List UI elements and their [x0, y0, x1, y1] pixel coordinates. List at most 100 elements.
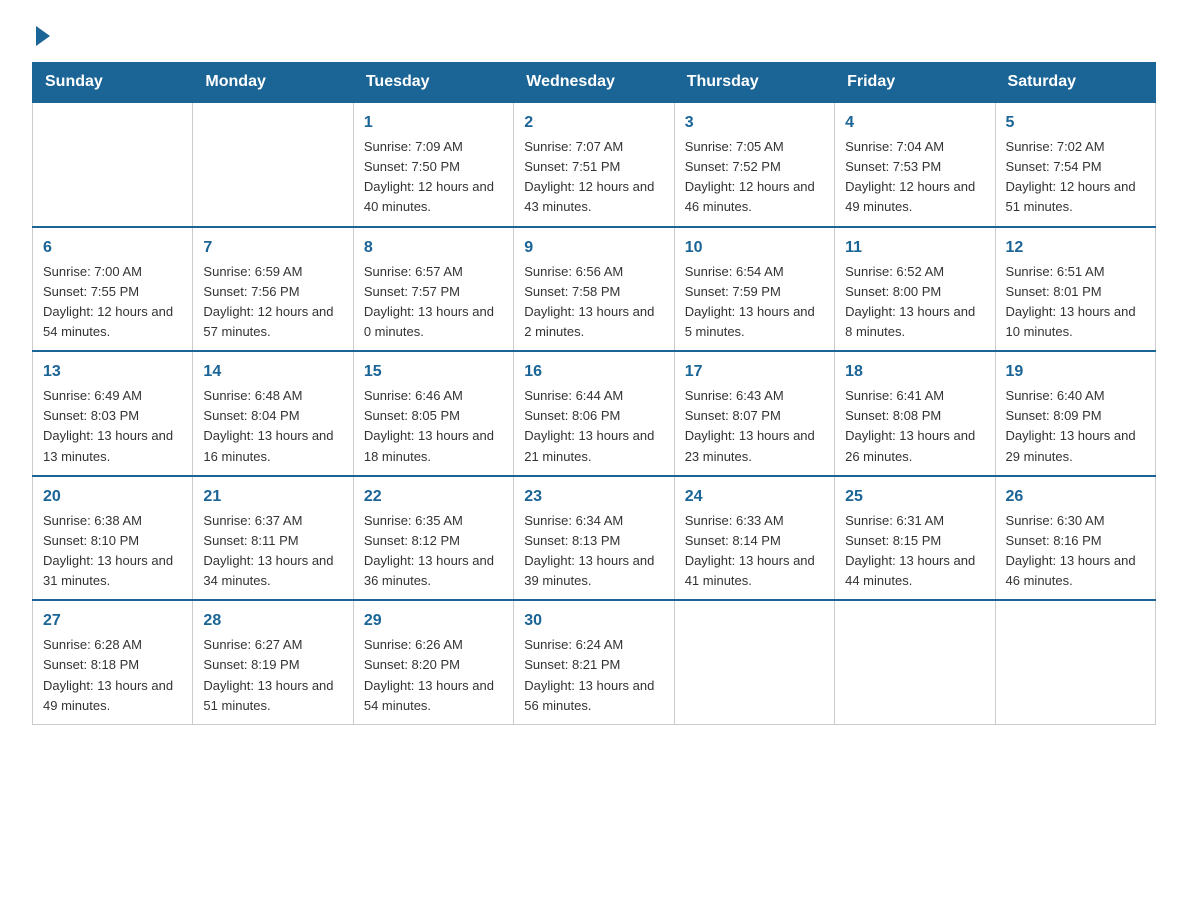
calendar-week-row: 6Sunrise: 7:00 AM Sunset: 7:55 PM Daylig…	[33, 227, 1156, 352]
day-number: 29	[364, 609, 503, 633]
day-number: 23	[524, 485, 663, 509]
day-number: 7	[203, 236, 342, 260]
weekday-header-thursday: Thursday	[674, 63, 834, 103]
weekday-header-sunday: Sunday	[33, 63, 193, 103]
calendar-cell: 22Sunrise: 6:35 AM Sunset: 8:12 PM Dayli…	[353, 476, 513, 601]
day-info: Sunrise: 6:57 AM Sunset: 7:57 PM Dayligh…	[364, 262, 503, 343]
day-number: 13	[43, 360, 182, 384]
day-number: 9	[524, 236, 663, 260]
day-info: Sunrise: 6:31 AM Sunset: 8:15 PM Dayligh…	[845, 511, 984, 592]
calendar-cell: 15Sunrise: 6:46 AM Sunset: 8:05 PM Dayli…	[353, 351, 513, 476]
day-number: 19	[1006, 360, 1145, 384]
calendar-cell: 20Sunrise: 6:38 AM Sunset: 8:10 PM Dayli…	[33, 476, 193, 601]
calendar-cell: 6Sunrise: 7:00 AM Sunset: 7:55 PM Daylig…	[33, 227, 193, 352]
day-info: Sunrise: 6:46 AM Sunset: 8:05 PM Dayligh…	[364, 386, 503, 467]
calendar-week-row: 13Sunrise: 6:49 AM Sunset: 8:03 PM Dayli…	[33, 351, 1156, 476]
weekday-header-wednesday: Wednesday	[514, 63, 674, 103]
day-number: 28	[203, 609, 342, 633]
day-number: 1	[364, 111, 503, 135]
day-number: 25	[845, 485, 984, 509]
day-info: Sunrise: 6:27 AM Sunset: 8:19 PM Dayligh…	[203, 635, 342, 716]
day-number: 21	[203, 485, 342, 509]
day-info: Sunrise: 6:28 AM Sunset: 8:18 PM Dayligh…	[43, 635, 182, 716]
calendar-cell: 12Sunrise: 6:51 AM Sunset: 8:01 PM Dayli…	[995, 227, 1155, 352]
calendar-cell: 8Sunrise: 6:57 AM Sunset: 7:57 PM Daylig…	[353, 227, 513, 352]
calendar-cell: 1Sunrise: 7:09 AM Sunset: 7:50 PM Daylig…	[353, 102, 513, 227]
page-header	[32, 24, 1156, 42]
day-number: 2	[524, 111, 663, 135]
day-number: 22	[364, 485, 503, 509]
calendar-cell: 2Sunrise: 7:07 AM Sunset: 7:51 PM Daylig…	[514, 102, 674, 227]
calendar-cell: 10Sunrise: 6:54 AM Sunset: 7:59 PM Dayli…	[674, 227, 834, 352]
day-info: Sunrise: 6:41 AM Sunset: 8:08 PM Dayligh…	[845, 386, 984, 467]
day-info: Sunrise: 6:52 AM Sunset: 8:00 PM Dayligh…	[845, 262, 984, 343]
calendar-cell: 28Sunrise: 6:27 AM Sunset: 8:19 PM Dayli…	[193, 600, 353, 724]
day-number: 4	[845, 111, 984, 135]
calendar-table: SundayMondayTuesdayWednesdayThursdayFrid…	[32, 62, 1156, 725]
day-info: Sunrise: 6:51 AM Sunset: 8:01 PM Dayligh…	[1006, 262, 1145, 343]
day-info: Sunrise: 7:09 AM Sunset: 7:50 PM Dayligh…	[364, 137, 503, 218]
day-number: 27	[43, 609, 182, 633]
calendar-cell	[995, 600, 1155, 724]
calendar-cell: 9Sunrise: 6:56 AM Sunset: 7:58 PM Daylig…	[514, 227, 674, 352]
day-info: Sunrise: 6:37 AM Sunset: 8:11 PM Dayligh…	[203, 511, 342, 592]
day-number: 6	[43, 236, 182, 260]
day-info: Sunrise: 6:40 AM Sunset: 8:09 PM Dayligh…	[1006, 386, 1145, 467]
day-number: 14	[203, 360, 342, 384]
calendar-cell: 18Sunrise: 6:41 AM Sunset: 8:08 PM Dayli…	[835, 351, 995, 476]
day-info: Sunrise: 6:38 AM Sunset: 8:10 PM Dayligh…	[43, 511, 182, 592]
calendar-cell: 25Sunrise: 6:31 AM Sunset: 8:15 PM Dayli…	[835, 476, 995, 601]
day-number: 11	[845, 236, 984, 260]
calendar-cell: 27Sunrise: 6:28 AM Sunset: 8:18 PM Dayli…	[33, 600, 193, 724]
calendar-cell	[835, 600, 995, 724]
weekday-header-saturday: Saturday	[995, 63, 1155, 103]
calendar-cell: 29Sunrise: 6:26 AM Sunset: 8:20 PM Dayli…	[353, 600, 513, 724]
day-info: Sunrise: 7:05 AM Sunset: 7:52 PM Dayligh…	[685, 137, 824, 218]
calendar-cell: 24Sunrise: 6:33 AM Sunset: 8:14 PM Dayli…	[674, 476, 834, 601]
day-info: Sunrise: 6:54 AM Sunset: 7:59 PM Dayligh…	[685, 262, 824, 343]
day-info: Sunrise: 6:26 AM Sunset: 8:20 PM Dayligh…	[364, 635, 503, 716]
calendar-cell: 26Sunrise: 6:30 AM Sunset: 8:16 PM Dayli…	[995, 476, 1155, 601]
day-number: 15	[364, 360, 503, 384]
day-info: Sunrise: 6:48 AM Sunset: 8:04 PM Dayligh…	[203, 386, 342, 467]
calendar-cell: 23Sunrise: 6:34 AM Sunset: 8:13 PM Dayli…	[514, 476, 674, 601]
weekday-header-tuesday: Tuesday	[353, 63, 513, 103]
day-number: 18	[845, 360, 984, 384]
calendar-week-row: 27Sunrise: 6:28 AM Sunset: 8:18 PM Dayli…	[33, 600, 1156, 724]
day-info: Sunrise: 6:24 AM Sunset: 8:21 PM Dayligh…	[524, 635, 663, 716]
calendar-cell: 11Sunrise: 6:52 AM Sunset: 8:00 PM Dayli…	[835, 227, 995, 352]
logo	[32, 24, 54, 42]
day-number: 30	[524, 609, 663, 633]
calendar-cell	[33, 102, 193, 227]
calendar-cell: 14Sunrise: 6:48 AM Sunset: 8:04 PM Dayli…	[193, 351, 353, 476]
day-info: Sunrise: 7:04 AM Sunset: 7:53 PM Dayligh…	[845, 137, 984, 218]
calendar-cell	[674, 600, 834, 724]
day-number: 10	[685, 236, 824, 260]
day-info: Sunrise: 6:35 AM Sunset: 8:12 PM Dayligh…	[364, 511, 503, 592]
day-number: 12	[1006, 236, 1145, 260]
calendar-cell: 5Sunrise: 7:02 AM Sunset: 7:54 PM Daylig…	[995, 102, 1155, 227]
calendar-cell: 21Sunrise: 6:37 AM Sunset: 8:11 PM Dayli…	[193, 476, 353, 601]
calendar-cell: 17Sunrise: 6:43 AM Sunset: 8:07 PM Dayli…	[674, 351, 834, 476]
calendar-cell: 3Sunrise: 7:05 AM Sunset: 7:52 PM Daylig…	[674, 102, 834, 227]
day-info: Sunrise: 6:34 AM Sunset: 8:13 PM Dayligh…	[524, 511, 663, 592]
weekday-header-friday: Friday	[835, 63, 995, 103]
day-number: 8	[364, 236, 503, 260]
day-info: Sunrise: 6:30 AM Sunset: 8:16 PM Dayligh…	[1006, 511, 1145, 592]
day-info: Sunrise: 6:44 AM Sunset: 8:06 PM Dayligh…	[524, 386, 663, 467]
day-info: Sunrise: 7:02 AM Sunset: 7:54 PM Dayligh…	[1006, 137, 1145, 218]
calendar-cell: 19Sunrise: 6:40 AM Sunset: 8:09 PM Dayli…	[995, 351, 1155, 476]
day-number: 5	[1006, 111, 1145, 135]
calendar-cell: 4Sunrise: 7:04 AM Sunset: 7:53 PM Daylig…	[835, 102, 995, 227]
day-number: 20	[43, 485, 182, 509]
calendar-cell	[193, 102, 353, 227]
day-number: 24	[685, 485, 824, 509]
weekday-header-row: SundayMondayTuesdayWednesdayThursdayFrid…	[33, 63, 1156, 103]
day-number: 16	[524, 360, 663, 384]
day-info: Sunrise: 7:07 AM Sunset: 7:51 PM Dayligh…	[524, 137, 663, 218]
day-number: 3	[685, 111, 824, 135]
calendar-week-row: 1Sunrise: 7:09 AM Sunset: 7:50 PM Daylig…	[33, 102, 1156, 227]
calendar-cell: 7Sunrise: 6:59 AM Sunset: 7:56 PM Daylig…	[193, 227, 353, 352]
calendar-week-row: 20Sunrise: 6:38 AM Sunset: 8:10 PM Dayli…	[33, 476, 1156, 601]
day-info: Sunrise: 6:56 AM Sunset: 7:58 PM Dayligh…	[524, 262, 663, 343]
